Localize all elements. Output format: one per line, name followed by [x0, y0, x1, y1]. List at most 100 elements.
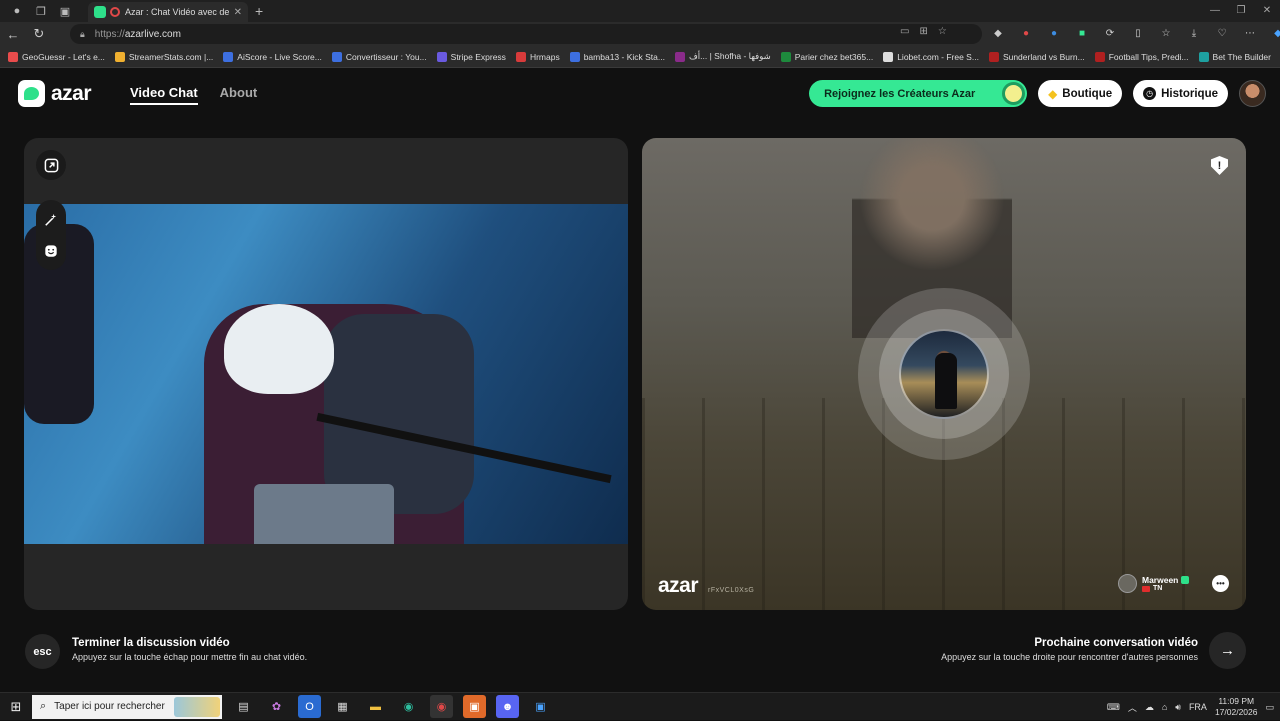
lock-icon[interactable]: 🔒︎ [80, 29, 85, 40]
split-screen-icon[interactable]: ▯ [1130, 25, 1146, 41]
camera-permission-icon[interactable]: ▭ [900, 26, 909, 37]
network-icon[interactable]: ⌂ [1162, 702, 1167, 712]
bookmark-item[interactable]: GeoGuessr - Let's e... [8, 51, 105, 62]
taskbar-search[interactable]: ⌕ Taper ici pour rechercher [32, 694, 222, 719]
favorite-star-icon[interactable]: ☆ [938, 26, 947, 37]
system-clock[interactable]: 11:09 PM 17/02/2026 [1215, 696, 1258, 718]
bookmark-item[interactable]: Liobet.com - Free S... [883, 51, 979, 62]
next-chat-info: Prochaine conversation vidéo Appuyez sur… [941, 637, 1198, 662]
history-button[interactable]: ◷ Historique [1133, 80, 1228, 107]
maximize-icon[interactable]: ❐ [1228, 0, 1254, 22]
language-indicator[interactable]: FRA [1189, 702, 1207, 712]
main-nav: Video Chat About [130, 85, 257, 105]
chat-icon[interactable]: ••• [1212, 575, 1229, 592]
bookmark-favicon-icon [988, 51, 999, 62]
bookmark-item[interactable]: Convertisseur : You... [331, 51, 427, 62]
nav-about[interactable]: About [220, 85, 258, 105]
edge-icon[interactable]: ◉ [397, 695, 420, 718]
bookmark-item[interactable]: Hrmaps [515, 51, 560, 62]
app-orange-icon[interactable]: ▣ [463, 695, 486, 718]
bookmark-item[interactable]: أف... | Shofha - شوفها [674, 51, 771, 62]
bookmark-label: Liobet.com - Free S... [897, 51, 979, 62]
extensions-puzzle-icon[interactable]: ⟳ [1102, 25, 1118, 41]
bookmark-label: Convertisseur : You... [345, 51, 427, 62]
bookmark-item[interactable]: Stripe Express [436, 51, 506, 62]
settings-more-icon[interactable]: ⋯ [1242, 25, 1258, 41]
copilot-icon[interactable]: ◆ [1270, 25, 1280, 41]
cloud-icon[interactable]: ☁ [1145, 702, 1154, 713]
address-bar[interactable]: 🔒︎ https:// azarlive.com [70, 24, 982, 44]
file-explorer-icon[interactable]: ▬ [364, 695, 387, 718]
tab-close-icon[interactable]: ✕ [234, 7, 242, 18]
report-shield-icon[interactable]: ! [1211, 156, 1228, 175]
windows-start-icon[interactable]: ⊞ [0, 699, 32, 715]
refresh-icon[interactable]: ↻ [26, 26, 52, 42]
bookmark-favicon-icon [674, 51, 685, 62]
extension-red-icon[interactable]: ● [1018, 25, 1034, 41]
azar-logo-icon [18, 80, 45, 107]
peer-info[interactable]: Marween TN [1118, 574, 1190, 593]
peer-avatar [1118, 574, 1137, 593]
bookmark-item[interactable]: Bet The Builder [1198, 51, 1271, 62]
outlook-icon[interactable]: O [298, 695, 321, 718]
end-chat-button[interactable]: esc [25, 634, 60, 669]
next-chat-button[interactable]: → [1209, 632, 1246, 669]
bookmark-item[interactable]: Parier chez bet365... [780, 51, 874, 62]
recording-icon [110, 7, 120, 17]
search-highlight-image [174, 696, 220, 717]
join-creators-label: Rejoignez les Créateurs Azar [824, 87, 976, 100]
bookmark-item[interactable]: bamba13 - Kick Sta... [569, 51, 665, 62]
bookmark-favicon-icon [331, 51, 342, 62]
chrome-icon[interactable]: ◉ [430, 695, 453, 718]
extension-blue-icon[interactable]: ● [1046, 25, 1062, 41]
workspaces-icon[interactable]: ❐ [34, 4, 48, 18]
collections-icon[interactable]: ☆ [1158, 25, 1174, 41]
join-creators-button[interactable]: Rejoignez les Créateurs Azar [809, 80, 1028, 107]
bookmarks-bar: GeoGuessr - Let's e... StreamerStats.com … [0, 46, 1280, 68]
window-controls: — ❐ ✕ [1202, 0, 1280, 22]
app-install-icon[interactable]: ⊞ [919, 26, 927, 37]
tab-azar[interactable]: Azar : Chat Vidéo avec de n ✕ [88, 2, 248, 22]
store-icon[interactable]: ▦ [331, 695, 354, 718]
bookmark-label: أف... | Shofha - شوفها [688, 51, 771, 61]
app-blue-icon[interactable]: ▣ [529, 695, 552, 718]
task-view-icon[interactable]: ▤ [232, 695, 255, 718]
expand-button[interactable] [36, 150, 66, 180]
tray-chevron-icon[interactable]: ︿ [1128, 701, 1137, 714]
tab-actions-icon[interactable]: ▣ [58, 4, 72, 18]
magic-wand-icon[interactable] [43, 212, 59, 228]
new-tab-button[interactable]: + [255, 3, 263, 19]
azar-watermark: azar rFxVCL0XsG [658, 574, 754, 598]
shop-button[interactable]: ◆ Boutique [1038, 80, 1123, 107]
bookmark-favicon-icon [780, 51, 791, 62]
bookmark-item[interactable]: StreamerStats.com |... [114, 51, 213, 62]
minimize-icon[interactable]: — [1202, 0, 1228, 22]
face-mask-icon[interactable] [43, 243, 59, 259]
close-window-icon[interactable]: ✕ [1254, 0, 1280, 22]
user-avatar[interactable] [1239, 80, 1266, 107]
bookmark-favicon-icon [223, 51, 234, 62]
extension-diamond-icon[interactable]: ◆ [990, 25, 1006, 41]
extension-green-icon[interactable]: ■ [1074, 25, 1090, 41]
notifications-icon[interactable]: ▭ [1265, 702, 1274, 713]
nav-video-chat[interactable]: Video Chat [130, 85, 198, 105]
downloads-icon[interactable]: ⤓ [1186, 25, 1202, 41]
discord-icon[interactable]: ☻ [496, 695, 519, 718]
browser-essentials-icon[interactable]: ♡ [1214, 25, 1230, 41]
bookmark-label: Parier chez bet365... [794, 51, 874, 62]
bookmark-favicon-icon [436, 51, 447, 62]
peer-name: Marween [1142, 575, 1179, 585]
volume-icon[interactable]: 🔊︎ [1175, 702, 1181, 713]
bookmark-label: GeoGuessr - Let's e... [22, 51, 105, 62]
bookmark-label: bamba13 - Kick Sta... [583, 51, 665, 62]
bookmark-item[interactable]: AiScore - Live Score... [223, 51, 322, 62]
system-tray: ⌨ ︿ ☁ ⌂ 🔊︎ FRA 11:09 PM 17/02/2026 ▭ [1107, 693, 1274, 721]
back-icon[interactable]: ← [0, 27, 26, 42]
copilot-app-icon[interactable]: ✿ [265, 695, 288, 718]
azar-logo[interactable]: azar [18, 80, 92, 107]
profile-icon[interactable]: ● [10, 4, 24, 18]
bookmark-item[interactable]: Football Tips, Predi... [1094, 51, 1189, 62]
bookmark-item[interactable]: Sunderland vs Burn... [988, 51, 1085, 62]
browser-toolbar: ← ↻ 🔒︎ https:// azarlive.com ▭ ⊞ ☆ ◆ ● ●… [0, 22, 1280, 46]
keyboard-icon[interactable]: ⌨ [1107, 702, 1120, 713]
